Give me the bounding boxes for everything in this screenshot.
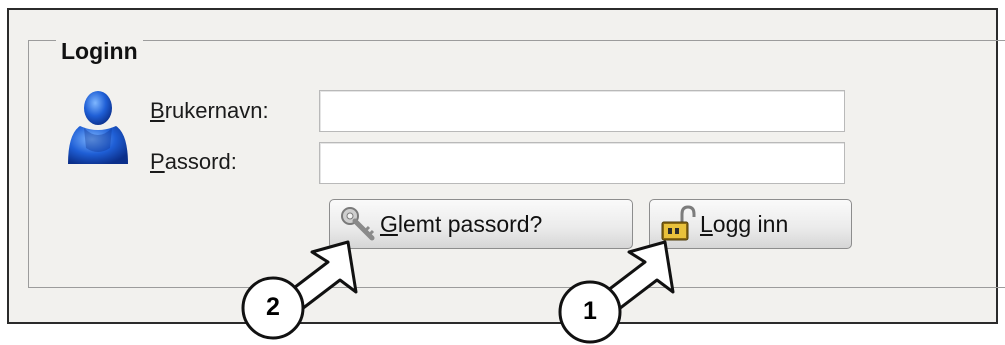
username-input[interactable] bbox=[319, 90, 845, 132]
callout-arrow-2 bbox=[241, 240, 358, 340]
groupbox-title: Loginn bbox=[56, 38, 143, 65]
password-input[interactable] bbox=[319, 142, 845, 184]
password-label: Passord: bbox=[150, 149, 237, 174]
username-label: Brukernavn: bbox=[150, 98, 269, 123]
callout-number-2: 2 bbox=[266, 293, 280, 321]
user-icon bbox=[68, 91, 128, 164]
callout-arrow-1 bbox=[558, 240, 675, 344]
callout-number-1: 1 bbox=[583, 297, 597, 325]
